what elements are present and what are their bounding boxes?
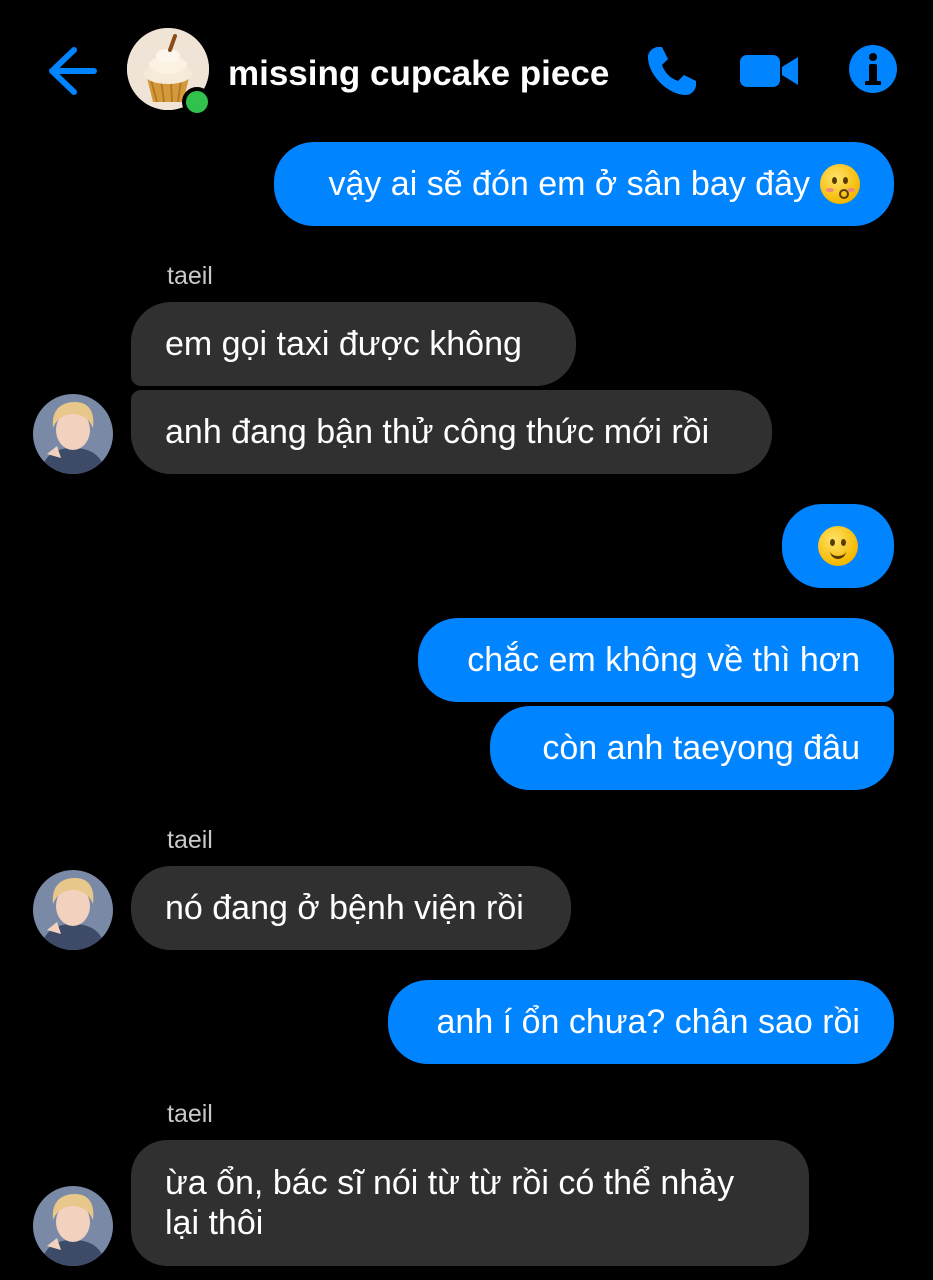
info-button[interactable] [847,43,903,99]
avatar[interactable] [33,1186,113,1266]
profile-photo [33,870,113,950]
message-text: anh đang bận thử công thức mới rồi [165,413,710,451]
profile-photo [33,394,113,474]
message-text: nó đang ở bệnh viện rồi [165,889,524,927]
outgoing-message[interactable]: chắc em không về thì hơn [418,618,894,702]
info-icon [849,45,897,93]
message-text-line-1: ừa ổn, bác sĩ nói từ từ rồi có thể nhảy [165,1164,735,1202]
avatar[interactable] [33,870,113,950]
phone-icon [648,47,696,95]
avatar[interactable] [33,394,113,474]
arrow-left-icon [49,47,97,95]
sender-name: taeil [167,1100,213,1128]
outgoing-message[interactable]: còn anh taeyong đâu [490,706,894,790]
video-call-button[interactable] [738,43,798,99]
message-text: em gọi taxi được không [165,325,522,363]
message-text: anh í ổn chưa? chân sao rồi [436,1003,861,1041]
sender-name: taeil [167,826,213,854]
video-camera-icon [740,55,798,87]
message-text: còn anh taeyong đâu [542,729,860,767]
kissing-face-emoji [820,164,860,204]
incoming-message[interactable]: anh đang bận thử công thức mới rồi [131,390,772,474]
voice-call-button[interactable] [644,43,700,99]
profile-photo [33,1186,113,1266]
message-text: vậy ai sẽ đón em ở sân bay đây [328,165,810,203]
sender-name: taeil [167,262,213,290]
conversation-title[interactable]: missing cupcake piece [228,54,609,94]
outgoing-message[interactable]: anh í ổn chưa? chân sao rồi [388,980,894,1064]
back-button[interactable] [44,44,98,98]
incoming-message[interactable]: nó đang ở bệnh viện rồi [131,866,571,950]
outgoing-message[interactable]: vậy ai sẽ đón em ở sân bay đây [274,142,894,226]
outgoing-message[interactable] [782,504,894,588]
incoming-message[interactable]: ừa ổn, bác sĩ nói từ từ rồi có thể nhảy … [131,1140,809,1266]
message-text: chắc em không về thì hơn [467,641,860,679]
slightly-smiling-face-emoji [818,526,858,566]
online-status-dot [182,87,212,117]
message-text-line-2: lại thôi [165,1204,264,1242]
incoming-message[interactable]: em gọi taxi được không [131,302,576,386]
